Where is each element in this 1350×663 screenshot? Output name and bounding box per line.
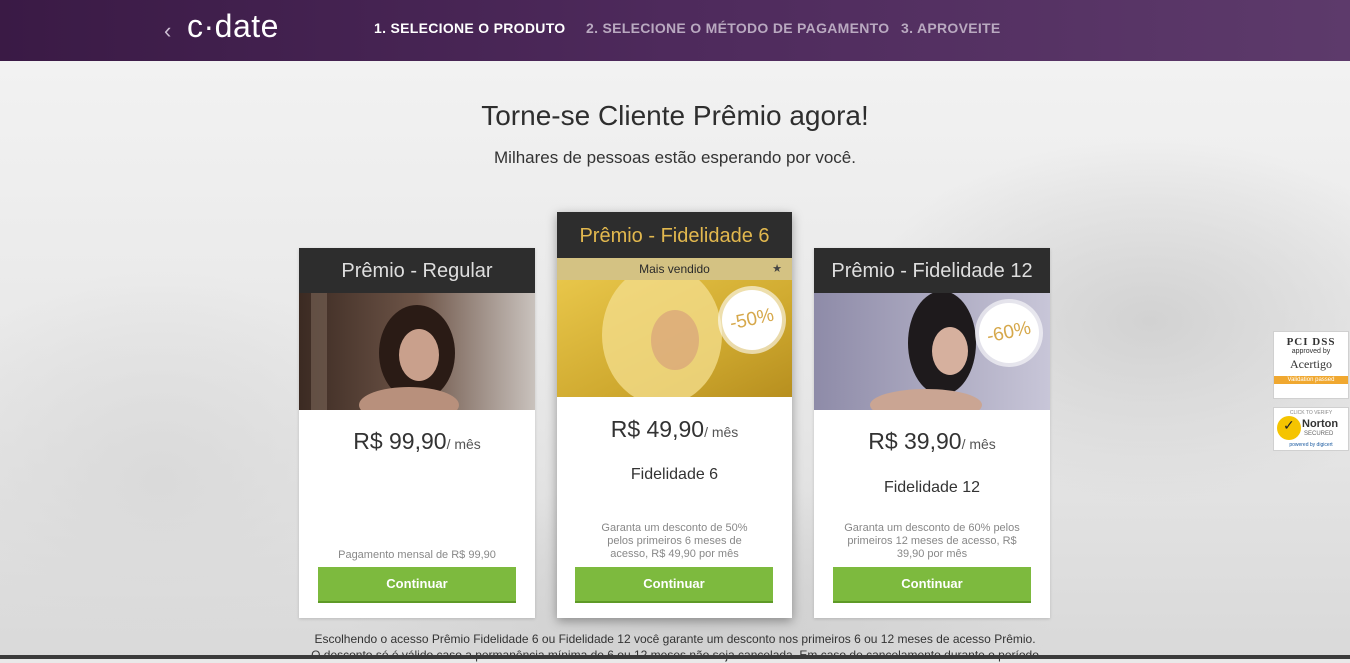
best-seller-badge: Mais vendido ★ — [557, 258, 792, 280]
plan-price: R$ 49,90/ mês — [557, 416, 792, 443]
page-title: Torne-se Cliente Prêmio agora! — [481, 100, 869, 131]
star-icon: ★ — [772, 263, 782, 275]
price-amount: R$ 99,90 — [353, 428, 447, 454]
norton-seal[interactable]: CLICK TO VERIFY ✓ Norton SECURED powered… — [1273, 407, 1349, 451]
plan-name: Fidelidade 12 — [883, 479, 981, 496]
plan-card-fidelidade-6: Prêmio - Fidelidade 6 Mais vendido ★ -50… — [557, 212, 792, 618]
plan-price: R$ 39,90/ mês — [814, 428, 1050, 455]
step-select-product: 1. SELECIONE O PRODUTO — [374, 20, 566, 36]
step-enjoy: 3. APROVEITE — [901, 20, 1001, 36]
seal-subtitle: approved by — [1291, 348, 1331, 355]
pci-dss-seal[interactable]: PCI DSS approved by Acertigo Validation … — [1273, 331, 1349, 399]
page-subtitle: Milhares de pessoas estão esperando por … — [494, 148, 856, 167]
price-amount: R$ 49,90 — [610, 416, 705, 442]
logo[interactable]: c·date — [187, 8, 279, 45]
plan-image — [299, 293, 535, 410]
price-amount: R$ 39,90 — [868, 428, 962, 454]
plan-description: Pagamento mensal de R$ 99,90 — [338, 549, 496, 561]
bottom-strip — [0, 655, 1350, 659]
chevron-left-icon[interactable]: ‹ — [164, 20, 171, 42]
plan-title: Prêmio - Regular — [299, 248, 535, 293]
price-unit: / mês — [704, 424, 739, 440]
plan-card-fidelidade-12: Prêmio - Fidelidade 12 -60% R$ 39,90/ mê… — [814, 248, 1050, 618]
plan-price: R$ 99,90/ mês — [299, 428, 535, 455]
plan-title: Prêmio - Fidelidade 6 — [557, 212, 792, 258]
continue-button-regular[interactable]: Continuar — [318, 567, 516, 603]
continue-button-fidelidade-12[interactable]: Continuar — [833, 567, 1031, 603]
seal-subtitle: SECURED — [1304, 431, 1334, 437]
seal-note: CLICK TO VERIFY — [1289, 410, 1333, 416]
badge-label: Mais vendido — [639, 262, 710, 276]
checkmark-icon: ✓ — [1277, 416, 1301, 440]
top-bar: ‹ c·date 1. SELECIONE O PRODUTO 2. SELEC… — [0, 0, 1350, 61]
plan-card-regular: Prêmio - Regular R$ 99,90/ mês Pagamento… — [299, 248, 535, 618]
plan-title: Prêmio - Fidelidade 12 — [814, 248, 1050, 293]
seal-footer: Validation passed — [1274, 376, 1348, 384]
plan-description: Garanta um desconto de 60% pelos primeir… — [844, 522, 1020, 560]
plan-description: Garanta um desconto de 50% pelos primeir… — [601, 522, 748, 560]
seal-title: PCI DSS — [1286, 336, 1336, 348]
continue-button-fidelidade-6[interactable]: Continuar — [575, 567, 773, 603]
step-select-payment: 2. SELECIONE O MÉTODO DE PAGAMENTO — [586, 20, 890, 36]
plan-name: Fidelidade 6 — [630, 466, 719, 483]
price-unit: / mês — [446, 436, 481, 452]
seal-brand: Acertigo — [1290, 357, 1332, 371]
seal-footer: powered by digicert — [1289, 442, 1333, 448]
price-unit: / mês — [961, 436, 996, 452]
seal-brand: Norton — [1302, 418, 1339, 430]
